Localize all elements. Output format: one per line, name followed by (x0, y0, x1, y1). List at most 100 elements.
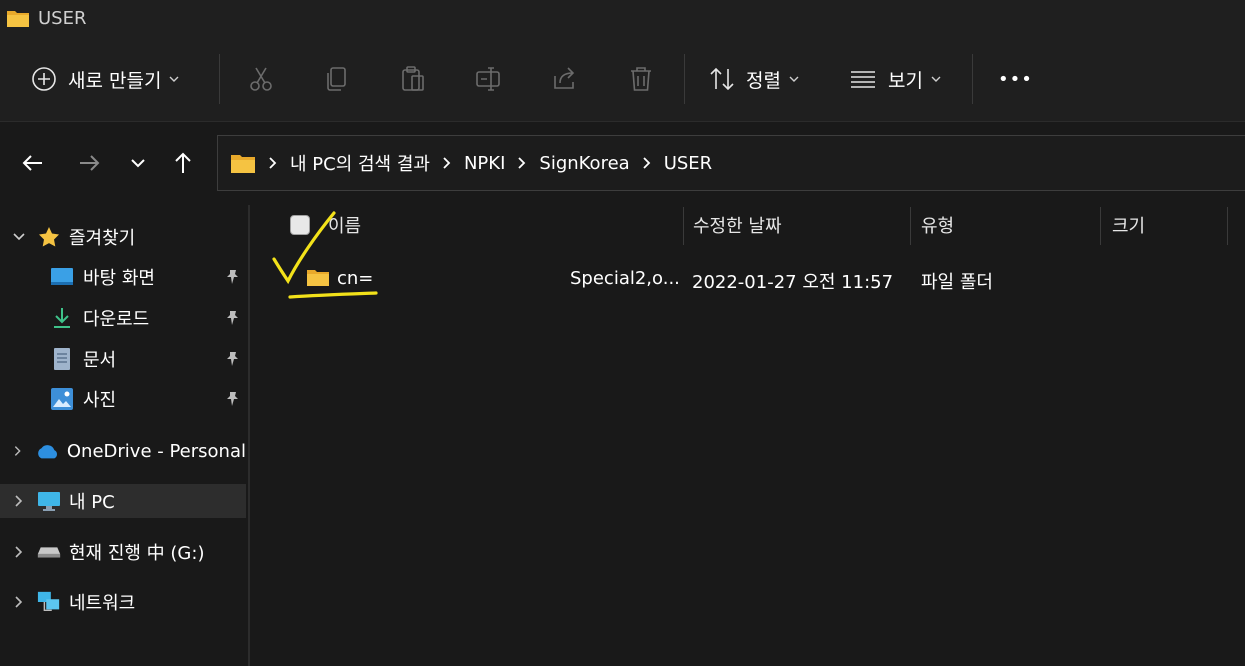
recent-locations-button[interactable] (119, 144, 157, 182)
sidebar-item-favorites[interactable]: 즐겨찾기 (0, 220, 246, 254)
view-list-icon (851, 71, 875, 88)
title-bar: USER (0, 0, 1245, 36)
pin-icon[interactable] (223, 390, 241, 408)
sidebar-label-drive-g: 현재 진행 中 (G:) (69, 543, 205, 564)
cut-button[interactable] (246, 36, 276, 122)
copy-icon (327, 67, 346, 91)
command-bar: 새로 만들기 정렬 보기 ••• (0, 36, 1245, 122)
address-row: 내 PC의 검색 결과 NPKI SignKorea USER (0, 122, 1245, 204)
pin-icon[interactable] (223, 309, 241, 327)
checkmark-annotation (272, 211, 378, 299)
rename-button[interactable] (474, 36, 504, 122)
new-button[interactable]: 새로 만들기 (30, 36, 179, 122)
column-label-modified: 수정한 날짜 (693, 216, 782, 237)
toolbar-separator (972, 54, 973, 104)
trash-icon (631, 67, 651, 91)
arrow-left-icon (22, 155, 42, 171)
more-options-button[interactable]: ••• (998, 36, 1033, 122)
breadcrumb-signkorea[interactable]: SignKorea (539, 153, 629, 174)
file-name-tail: Special2,o... (570, 268, 680, 289)
sidebar-label-desktop: 바탕 화면 (83, 268, 155, 289)
arrow-right-icon (80, 155, 100, 171)
column-label-size: 크기 (1112, 216, 1146, 237)
chevron-down-icon (931, 76, 941, 82)
arrow-up-icon (175, 152, 191, 173)
window-title: USER (38, 7, 87, 29)
breadcrumb-npki[interactable]: NPKI (464, 153, 505, 174)
toolbar-separator (219, 54, 220, 104)
more-icon: ••• (998, 68, 1033, 90)
sidebar-item-onedrive[interactable]: OneDrive - Personal (0, 434, 246, 468)
download-icon (50, 306, 74, 330)
rename-icon (476, 67, 500, 91)
pin-icon[interactable] (223, 350, 241, 368)
share-button[interactable] (550, 36, 580, 122)
chevron-right-icon (14, 446, 21, 456)
clipboard-icon (402, 66, 424, 91)
picture-icon (50, 387, 74, 411)
folder-icon (7, 11, 29, 27)
sidebar-item-network[interactable]: 네트워크 (0, 585, 246, 619)
desktop-icon (50, 265, 74, 289)
up-button[interactable] (164, 144, 202, 182)
navigation-pane: 즐겨찾기 바탕 화면 다운로드 문서 사진 OneDrive - Persona… (0, 205, 248, 666)
chevron-right-icon (269, 157, 277, 169)
column-header-modified[interactable]: 수정한 날짜 (693, 205, 782, 245)
view-label: 보기 (888, 69, 923, 92)
sidebar-item-drive-g[interactable]: 현재 진행 中 (G:) (0, 535, 246, 569)
column-header-size[interactable]: 크기 (1112, 205, 1145, 245)
sidebar-label-network: 네트워크 (69, 593, 136, 614)
breadcrumb-this-pc-search[interactable]: 내 PC의 검색 결과 (290, 150, 430, 176)
sidebar-label-downloads: 다운로드 (83, 309, 150, 330)
copy-button[interactable] (322, 36, 352, 122)
computer-icon (37, 489, 61, 513)
sidebar-label-this-pc: 내 PC (69, 492, 115, 513)
document-icon (50, 347, 74, 371)
column-separator[interactable] (1100, 207, 1101, 245)
share-icon (554, 67, 575, 89)
sidebar-label-documents: 문서 (83, 350, 117, 371)
folder-icon (231, 155, 255, 173)
view-button[interactable]: 보기 (848, 36, 941, 122)
column-separator[interactable] (683, 207, 684, 245)
column-separator[interactable] (1227, 207, 1228, 245)
chevron-down-icon (789, 76, 799, 82)
sidebar-label-onedrive: OneDrive - Personal (66, 440, 246, 462)
sidebar-label-pictures: 사진 (83, 390, 117, 411)
address-bar[interactable]: 내 PC의 검색 결과 NPKI SignKorea USER (217, 135, 1245, 191)
sidebar-item-this-pc[interactable]: 내 PC (0, 484, 246, 518)
sort-label: 정렬 (746, 69, 781, 92)
file-modified: 2022-01-27 오전 11:57 (692, 272, 894, 293)
toolbar-separator (684, 54, 685, 104)
sidebar-item-pictures[interactable]: 사진 (0, 382, 246, 416)
sort-button[interactable]: 정렬 (708, 36, 799, 122)
column-separator[interactable] (910, 207, 911, 245)
back-button[interactable] (14, 144, 52, 182)
chevron-down-icon (169, 76, 179, 82)
sidebar-label-favorites: 즐겨찾기 (69, 228, 136, 249)
plus-circle-icon (32, 67, 56, 91)
file-type: 파일 폴더 (921, 272, 993, 293)
network-icon (37, 590, 61, 614)
chevron-right-icon (518, 157, 526, 169)
sidebar-item-documents[interactable]: 문서 (0, 342, 246, 376)
drive-icon (37, 540, 61, 564)
chevron-right-icon (15, 495, 23, 507)
column-label-type: 유형 (921, 216, 955, 237)
chevron-down-icon (131, 159, 145, 168)
column-header-type[interactable]: 유형 (921, 205, 954, 245)
chevron-right-icon (443, 157, 451, 169)
pin-icon[interactable] (223, 268, 241, 286)
paste-button[interactable] (398, 36, 428, 122)
chevron-right-icon (643, 157, 650, 169)
chevron-right-icon (15, 596, 23, 608)
breadcrumb-user[interactable]: USER (664, 153, 712, 174)
delete-button[interactable] (626, 36, 656, 122)
forward-button[interactable] (70, 144, 108, 182)
sidebar-item-desktop[interactable]: 바탕 화면 (0, 260, 246, 294)
new-label: 새로 만들기 (68, 69, 162, 92)
sidebar-item-downloads[interactable]: 다운로드 (0, 301, 246, 335)
file-list: 이름 수정한 날짜 유형 크기 cn= Special2,o... 2022-0… (250, 205, 1245, 666)
star-icon (39, 227, 59, 247)
chevron-down-icon (13, 233, 25, 241)
